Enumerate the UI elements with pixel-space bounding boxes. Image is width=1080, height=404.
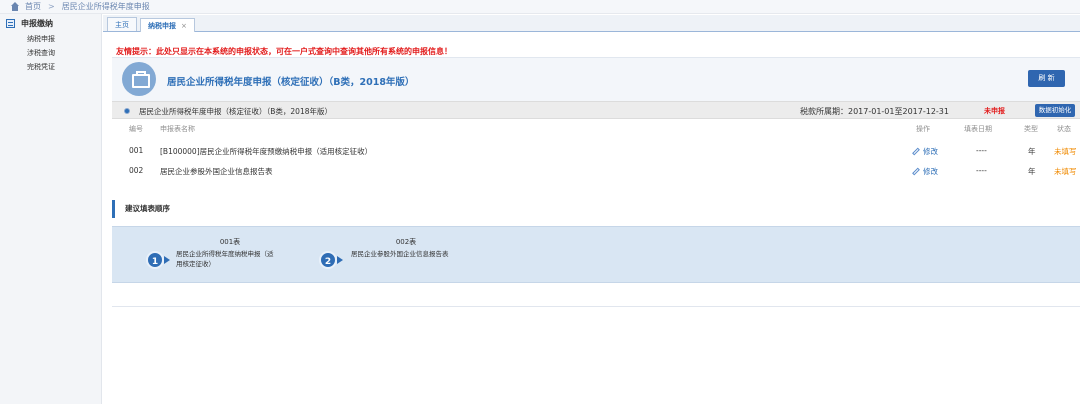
- row-no: 001: [129, 146, 144, 155]
- sidebar-item-query[interactable]: 涉税查询: [0, 46, 101, 60]
- header-no: 编号: [129, 125, 143, 133]
- row-status: 未填写: [1054, 167, 1077, 176]
- header-status: 状态: [1057, 125, 1071, 133]
- steps-panel: 001表 1 居民企业所得税年度纳税申报（适 用核定征收） 002表 2 居民企…: [112, 226, 1080, 283]
- breadcrumb-current[interactable]: 居民企业所得税年度申报: [62, 1, 150, 12]
- row-status: 未填写: [1054, 147, 1077, 156]
- refresh-button[interactable]: 刷 新: [1028, 70, 1065, 87]
- status-badge: 未申报: [984, 107, 1005, 115]
- pencil-icon: [912, 147, 920, 156]
- edit-link[interactable]: 修改: [912, 146, 938, 157]
- tab-home-label: 主页: [115, 21, 129, 29]
- sidebar-item-certificate[interactable]: 完税凭证: [0, 60, 101, 74]
- breadcrumb-bar: 首页 > 居民企业所得税年度申报: [0, 0, 1080, 14]
- step-label-2: 002表: [395, 238, 417, 246]
- step-number-2: 2: [319, 251, 337, 269]
- step-text-2-line1: 居民企业参股外国企业信息报告表: [351, 250, 449, 258]
- row-type: 年: [1028, 167, 1036, 176]
- breadcrumb-separator: >: [48, 2, 55, 11]
- form-radio[interactable]: [124, 108, 130, 114]
- tax-period: 税款所属期：2017-01-01至2017-12-31: [800, 107, 949, 116]
- table-row: 001 [B100000]居民企业所得税年度预缴纳税申报（适用核定征收） 修改 …: [112, 140, 1080, 160]
- header-panel: 居民企业所得税年度申报（核定征收）（B类，2018年版） 刷 新: [112, 57, 1080, 101]
- step-text-2[interactable]: 居民企业参股外国企业信息报告表: [351, 249, 449, 259]
- pencil-icon: [912, 167, 920, 176]
- header-date: 填表日期: [964, 125, 992, 133]
- table-header: 编号 申报表名称 操作 填表日期 类型 状态: [112, 124, 1080, 138]
- edit-label: 修改: [923, 147, 938, 156]
- header-name: 申报表名称: [160, 125, 195, 133]
- warning-message: 友情提示：此处只显示在本系统的申报状态，可在一户式查询中查询其他所有系统的申报信…: [116, 47, 452, 56]
- menu-icon: [6, 18, 15, 28]
- sidebar: 申报缴纳 纳税申报 涉税查询 完税凭证: [0, 14, 102, 404]
- briefcase-icon: [122, 62, 156, 96]
- row-name[interactable]: 居民企业参股外国企业信息报告表: [160, 166, 273, 177]
- step-text-1[interactable]: 居民企业所得税年度纳税申报（适 用核定征收）: [176, 249, 274, 269]
- arrow-icon: [337, 256, 343, 264]
- divider: [112, 306, 1080, 307]
- step-text-1-line1: 居民企业所得税年度纳税申报（适: [176, 250, 274, 258]
- init-data-button[interactable]: 数据初始化: [1035, 104, 1075, 117]
- form-strip: 居民企业所得税年度申报（核定征收）（B类，2018年版） 税款所属期：2017-…: [112, 101, 1080, 119]
- edit-label: 修改: [923, 167, 938, 176]
- sidebar-title[interactable]: 申报缴纳: [0, 14, 101, 32]
- step-label-1: 001表: [219, 238, 241, 246]
- home-icon[interactable]: [10, 2, 20, 11]
- tab-filing-label: 纳税申报: [148, 22, 176, 30]
- arrow-icon: [164, 256, 170, 264]
- page-title: 居民企业所得税年度申报（核定征收）（B类，2018年版）: [167, 77, 415, 88]
- row-no: 002: [129, 166, 144, 175]
- header-type: 类型: [1024, 125, 1038, 133]
- row-name[interactable]: [B100000]居民企业所得税年度预缴纳税申报（适用核定征收）: [160, 146, 372, 157]
- tab-home[interactable]: 主页: [107, 17, 137, 31]
- table-row: 002 居民企业参股外国企业信息报告表 修改 ---- 年 未填写: [112, 160, 1080, 180]
- breadcrumb-home[interactable]: 首页: [25, 1, 41, 12]
- edit-link[interactable]: 修改: [912, 166, 938, 177]
- row-date: ----: [976, 146, 987, 155]
- step-text-1-line2: 用核定征收）: [176, 260, 215, 268]
- sidebar-title-label: 申报缴纳: [21, 18, 53, 28]
- section-title: 建议填表顺序: [112, 200, 170, 218]
- row-type: 年: [1028, 147, 1036, 156]
- header-action: 操作: [916, 125, 930, 133]
- form-name: 居民企业所得税年度申报（核定征收）（B类，2018年版）: [139, 107, 332, 116]
- close-icon[interactable]: ×: [181, 22, 187, 30]
- step-number-1: 1: [146, 251, 164, 269]
- tab-bar: 主页 纳税申报 ×: [103, 15, 1080, 32]
- row-date: ----: [976, 166, 987, 175]
- tab-filing[interactable]: 纳税申报 ×: [140, 18, 195, 32]
- sidebar-item-filing[interactable]: 纳税申报: [0, 32, 101, 46]
